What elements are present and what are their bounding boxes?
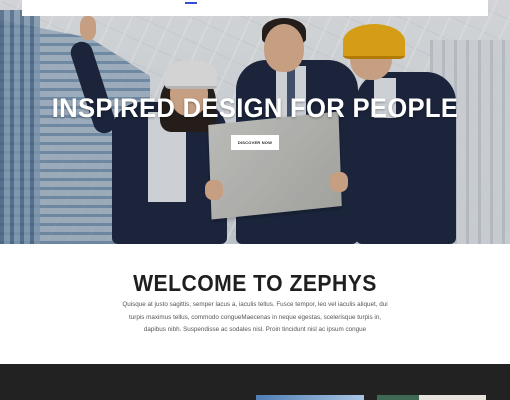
dark-section — [0, 364, 510, 400]
gallery-image-3[interactable] — [419, 395, 486, 400]
discover-now-button[interactable]: DISCOVER NOW — [231, 135, 279, 150]
gallery-image-2[interactable] — [377, 395, 419, 400]
gallery-image-1[interactable] — [256, 395, 364, 400]
top-navigation-bar — [22, 0, 488, 16]
hero-banner: INSPIRED DESIGN FOR PEOPLE DISCOVER NOW — [0, 0, 510, 244]
welcome-text: Quisque at justo sagittis, semper lacus … — [122, 301, 388, 333]
active-nav-indicator — [185, 2, 197, 4]
hero-title: INSPIRED DESIGN FOR PEOPLE — [51, 93, 459, 123]
welcome-title: WELCOME TO ZEPHYS — [133, 270, 377, 296]
welcome-section: WELCOME TO ZEPHYS Quisque at justo sagit… — [0, 244, 510, 364]
